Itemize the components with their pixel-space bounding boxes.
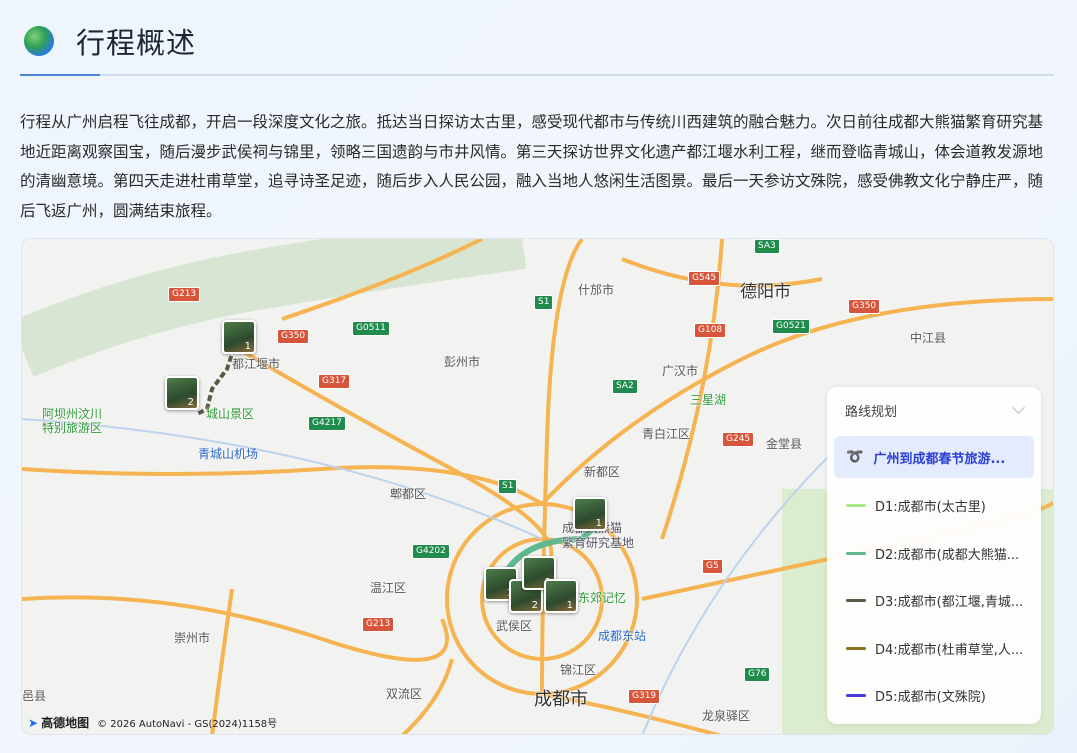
highway-shield: G213 xyxy=(168,287,201,302)
map-label: 金堂县 xyxy=(766,437,803,451)
highway-shield: G350 xyxy=(848,299,881,314)
highway-shield: G108 xyxy=(694,323,727,338)
route-color-swatch xyxy=(846,694,866,698)
day-route-item[interactable]: D4:成都市(杜甫草堂,人... xyxy=(827,625,1041,673)
route-color-swatch xyxy=(846,599,866,603)
navigation-arrow-icon: ➤ xyxy=(28,715,39,730)
map-label: 龙泉驿区 xyxy=(702,709,751,723)
section-header: 行程概述 xyxy=(24,20,196,62)
amap-logo: 高德地图 xyxy=(41,716,90,730)
route-color-swatch xyxy=(846,551,866,555)
day-route-label: D2:成都市(成都大熊猫... xyxy=(875,547,1020,563)
map-label: 双流区 xyxy=(386,687,423,701)
poi-label[interactable]: 城山景区 xyxy=(206,405,254,422)
map-label: 德阳市 xyxy=(740,282,791,302)
attraction-photo-marker[interactable]: 2 xyxy=(165,376,199,410)
map-label: 彭州市 xyxy=(444,355,481,369)
map-label: 崇州市 xyxy=(174,631,211,645)
copyright-text: © 2026 AutoNavi - GS(2024)1158号 xyxy=(97,719,278,730)
highway-shield: S1 xyxy=(498,479,518,494)
attraction-photo-marker[interactable]: 1 xyxy=(573,497,607,531)
day-route-label: D5:成都市(文殊院) xyxy=(875,690,986,706)
poi-label[interactable]: 青城山机场 xyxy=(198,445,258,462)
attraction-photo-marker[interactable]: 1 xyxy=(544,579,578,613)
poi-label[interactable]: 阿坝州汶川 特别旅游区 xyxy=(42,407,102,435)
route-color-swatch xyxy=(846,646,866,650)
map-label: 新都区 xyxy=(584,465,621,479)
map-label: 温江区 xyxy=(370,581,407,595)
day-route-item[interactable]: D2:成都市(成都大熊猫... xyxy=(827,530,1041,578)
selected-route-label: 广州到成都春节旅游... xyxy=(873,451,1006,467)
day-route-label: D4:成都市(杜甫草堂,人... xyxy=(875,642,1024,658)
map-label: 广汉市 xyxy=(662,364,699,378)
panel-header[interactable]: 路线规划 xyxy=(827,387,1041,420)
route-planning-panel: 路线规划 ➰ 广州到成都春节旅游... D1:成都市(太古里) D2:成都市(成… xyxy=(827,387,1041,724)
highway-shield: G245 xyxy=(722,432,755,447)
page-title: 行程概述 xyxy=(76,26,197,60)
globe-icon xyxy=(24,26,54,56)
map-label: 武侯区 xyxy=(496,619,533,633)
map-label: 什邡市 xyxy=(578,283,615,297)
day-route-item[interactable]: D5:成都市(文殊院) xyxy=(827,672,1041,720)
day-route-item[interactable]: D3:成都市(都江堰,青城... xyxy=(827,577,1041,625)
highway-shield: G317 xyxy=(318,374,351,389)
map-label: 中江县 xyxy=(910,331,947,345)
highway-shield: G0521 xyxy=(772,319,810,334)
highway-shield: G545 xyxy=(688,271,721,286)
divider xyxy=(20,74,1054,76)
highway-shield: G350 xyxy=(277,329,310,344)
highway-shield: SA2 xyxy=(612,379,638,394)
map-label: 锦江区 xyxy=(560,663,597,677)
highway-shield: SA3 xyxy=(754,239,780,254)
day-route-label: D1:成都市(太古里) xyxy=(875,500,986,516)
highway-shield: S1 xyxy=(534,295,554,310)
map-attribution: ➤ 高德地图 © 2026 AutoNavi - GS(2024)1158号 xyxy=(28,714,277,731)
highway-shield: G213 xyxy=(362,617,395,632)
panel-title: 路线规划 xyxy=(845,405,898,420)
itinerary-summary: 行程从广州启程飞往成都，开启一段深度文化之旅。抵达当日探访太古里，感受现代都市与… xyxy=(20,113,1044,220)
highway-shield: G4202 xyxy=(412,544,450,559)
map-label: 邑县 xyxy=(22,689,47,703)
attraction-photo-marker[interactable]: 1 xyxy=(222,320,256,354)
highway-shield: G76 xyxy=(744,667,771,682)
poi-label[interactable]: 东郊记忆 xyxy=(578,589,626,606)
highway-shield: G319 xyxy=(628,689,661,704)
route-color-swatch xyxy=(846,504,866,508)
route-icon: ➰ xyxy=(846,449,864,465)
highway-shield: G0511 xyxy=(352,321,390,336)
map-label: 青白江区 xyxy=(642,427,691,441)
map-label: 郫都区 xyxy=(390,487,427,501)
poi-label[interactable]: 三星湖 xyxy=(690,391,726,408)
highway-shield: G5 xyxy=(702,559,723,574)
map-label: 成都市 xyxy=(534,689,588,710)
map-label: 都江堰市 xyxy=(232,357,281,371)
day-route-label: D3:成都市(都江堰,青城... xyxy=(875,595,1024,611)
poi-label[interactable]: 成都东站 xyxy=(598,627,646,644)
chevron-down-icon[interactable] xyxy=(1012,401,1025,414)
highway-shield: G4217 xyxy=(308,416,346,431)
selected-route[interactable]: ➰ 广州到成都春节旅游... xyxy=(834,436,1034,478)
map-view[interactable]: 德阳市 什邡市 彭州市 广汉市 都江堰市 新都区 郫都区 成都市 温江区 崇州市… xyxy=(21,238,1054,735)
day-route-item[interactable]: D1:成都市(太古里) xyxy=(827,482,1041,530)
